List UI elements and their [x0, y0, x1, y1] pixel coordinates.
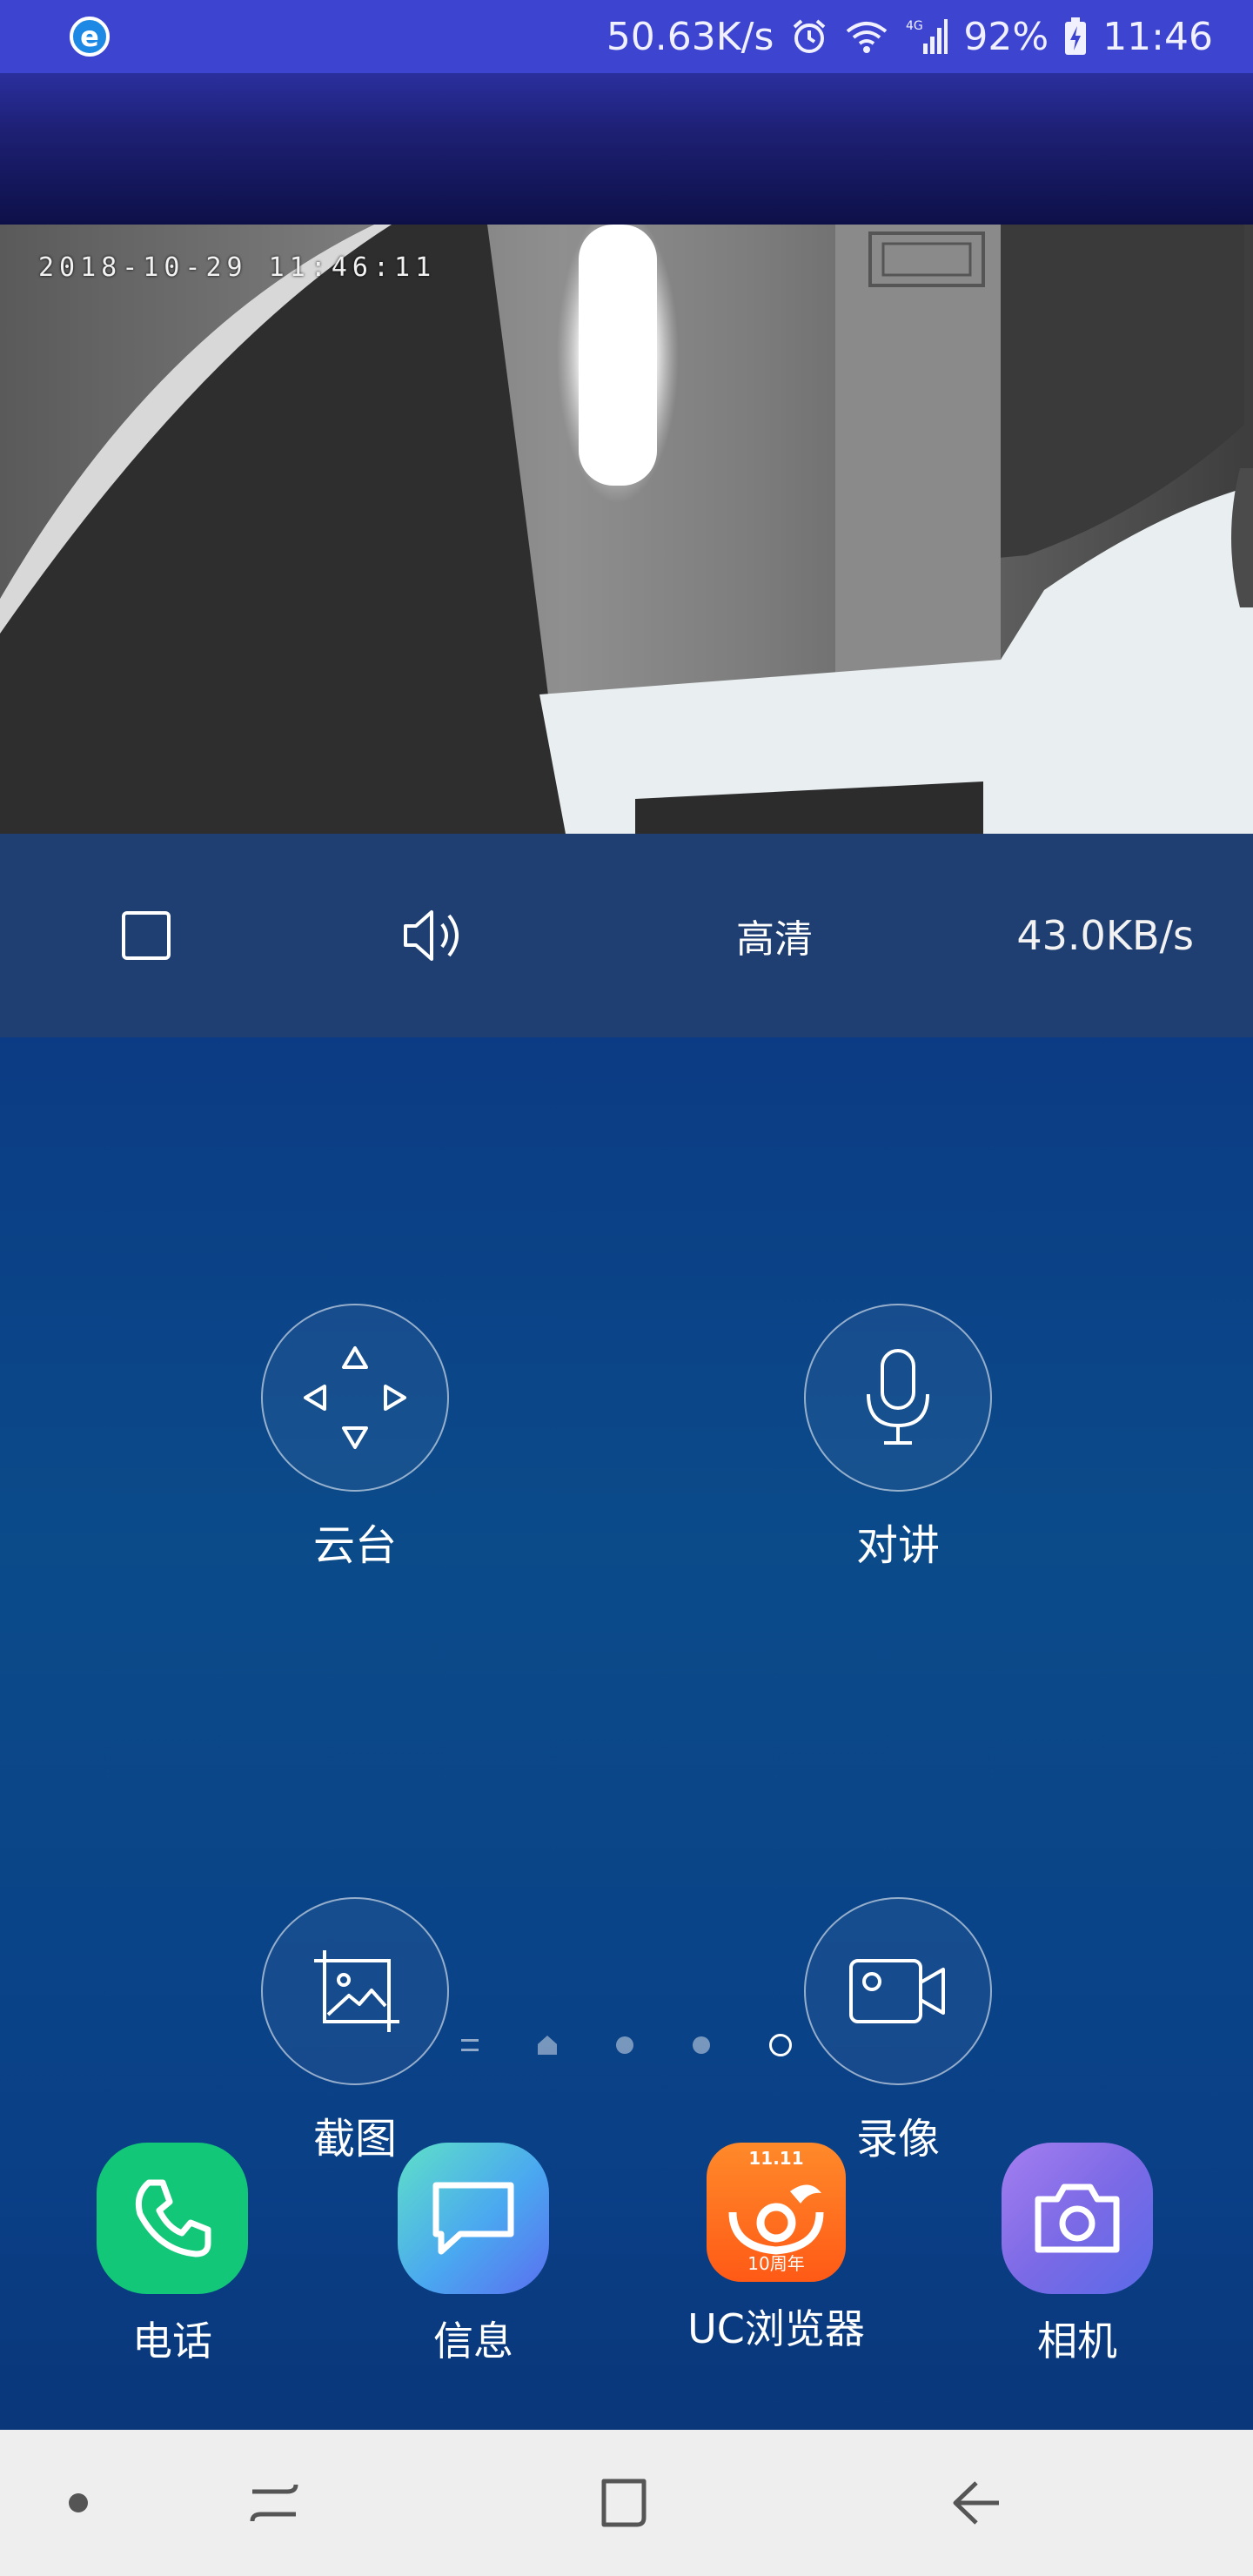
- status-right: 50.63K/s 4G 92% 11:46: [606, 15, 1213, 59]
- quality-toggle[interactable]: 高清: [714, 834, 835, 1037]
- header-band: [0, 73, 1253, 225]
- uc-badge-top: 11.11: [748, 2148, 804, 2169]
- pager-dot-active[interactable]: [769, 2034, 792, 2056]
- dock-messages-label: 信息: [433, 2318, 513, 2365]
- dock-phone[interactable]: 电话: [68, 2143, 277, 2367]
- talk-circle[interactable]: [804, 1304, 992, 1492]
- screenshot-button[interactable]: 截图: [233, 1897, 477, 2165]
- camera-video-feed[interactable]: 2018-10-29 11:46:11: [0, 225, 1253, 834]
- pager-menu-icon[interactable]: [461, 2039, 479, 2051]
- status-bar: e 50.63K/s 4G 92% 11:46: [0, 0, 1253, 73]
- dock-camera-label: 相机: [1037, 2318, 1117, 2365]
- pager-dot[interactable]: [693, 2036, 710, 2054]
- ptz-arrows-icon: [304, 1346, 406, 1449]
- dock-camera[interactable]: 相机: [973, 2143, 1182, 2367]
- screenshot-circle[interactable]: [261, 1897, 449, 2085]
- alarm-icon: [794, 19, 826, 53]
- ptz-circle[interactable]: [261, 1304, 449, 1492]
- volume-icon: [404, 910, 459, 961]
- dock-uc-browser-label: UC浏览器: [687, 2305, 865, 2352]
- back-button[interactable]: [936, 2430, 1015, 2576]
- video-timestamp: 2018-10-29 11:46:11: [38, 252, 437, 283]
- message-icon: [432, 2182, 514, 2255]
- battery-icon: [1065, 17, 1087, 55]
- back-icon: [953, 2481, 999, 2525]
- dock-phone-label: 电话: [132, 2318, 212, 2365]
- stop-icon: [122, 911, 171, 960]
- phone-icon: [135, 2179, 211, 2257]
- wifi-icon: [847, 22, 888, 53]
- status-left: e: [70, 17, 110, 57]
- home-button[interactable]: [585, 2430, 663, 2576]
- pager-home-icon[interactable]: [538, 2036, 557, 2055]
- microphone-icon: [867, 1349, 929, 1445]
- record-button[interactable]: 录像: [776, 1897, 1020, 2165]
- nav-dot-icon: [69, 2493, 88, 2512]
- clock: 11:46: [1102, 14, 1213, 59]
- page-indicator: [461, 2028, 792, 2063]
- network-speed: 50.63K/s: [606, 14, 774, 59]
- video-record-icon: [849, 1959, 945, 2023]
- ptz-button[interactable]: 云台: [233, 1304, 477, 1572]
- ptz-label: 云台: [312, 1521, 397, 1570]
- svg-text:4G: 4G: [906, 19, 923, 33]
- record-circle[interactable]: [804, 1897, 992, 2085]
- screenshot-icon: [314, 1950, 399, 2032]
- volume-button[interactable]: [400, 834, 470, 1037]
- navigation-bar: [0, 2430, 1253, 2576]
- stop-button[interactable]: [120, 834, 172, 1037]
- camera-app-icon[interactable]: [1002, 2143, 1153, 2294]
- messages-app-icon[interactable]: [398, 2143, 549, 2294]
- dock-uc-browser[interactable]: 11.11 10周年 UC浏览器: [672, 2143, 881, 2355]
- signal-4g-icon: 4G: [906, 19, 948, 54]
- home-icon: [601, 2479, 647, 2527]
- battery-percent: 92%: [963, 14, 1049, 59]
- video-controls-bar: 高清 43.0KB/s: [0, 834, 1253, 1037]
- uc-browser-app-icon[interactable]: 11.11 10周年: [707, 2143, 846, 2282]
- stream-speed: 43.0KB/s: [1016, 912, 1194, 959]
- camera-frame-image: [0, 225, 1253, 834]
- recent-apps-icon: [250, 2484, 298, 2522]
- pager-dot[interactable]: [616, 2036, 633, 2054]
- talk-button[interactable]: 对讲: [776, 1304, 1020, 1572]
- recent-apps-button[interactable]: [235, 2430, 313, 2576]
- phone-app-icon[interactable]: [97, 2143, 248, 2294]
- uc-badge-bottom: 10周年: [747, 2253, 805, 2274]
- nav-dot-button[interactable]: [52, 2430, 104, 2576]
- camera-icon: [1035, 2184, 1120, 2253]
- talk-label: 对讲: [855, 1521, 940, 1570]
- app-notification-icon: e: [70, 17, 110, 57]
- dock-messages[interactable]: 信息: [369, 2143, 578, 2367]
